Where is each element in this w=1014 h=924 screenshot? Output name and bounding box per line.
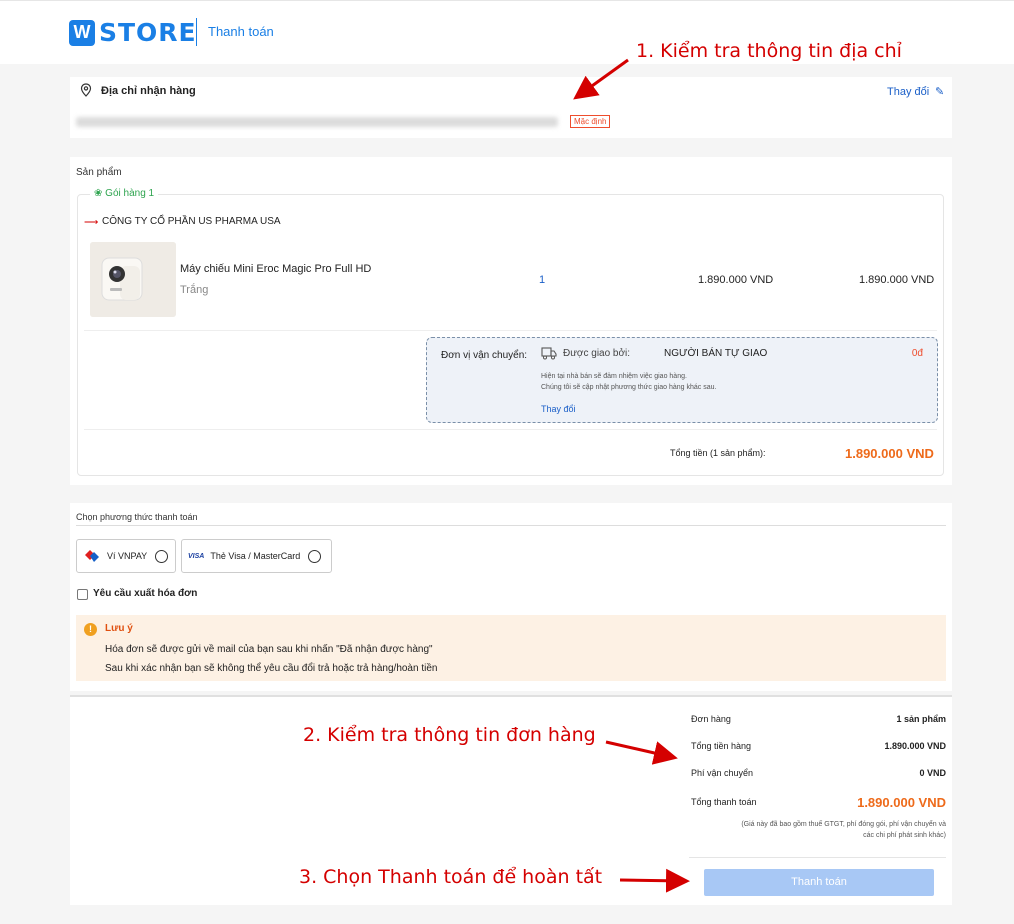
change-shipping-link[interactable]: Thay đổi	[541, 404, 576, 414]
products-card: Sản phẩm ❀ Gói hàng 1 ⟶ CÔNG TY CỔ PHẦN …	[70, 157, 952, 485]
address-card: Địa chỉ nhận hàng Thay đổi ✎ Mặc định	[70, 77, 952, 138]
product-quantity: 1	[539, 274, 546, 286]
truck-icon	[541, 347, 557, 360]
vnpay-radio[interactable]	[155, 549, 169, 563]
package-box	[77, 194, 944, 476]
logo-text: STORE	[99, 18, 197, 47]
payment-option-vnpay[interactable]: Ví VNPAY	[76, 539, 176, 573]
goods-total-value: 1.890.000 VND	[884, 741, 946, 751]
change-address-link[interactable]: Thay đổi	[887, 86, 929, 98]
warning-icon: !	[84, 623, 97, 636]
pencil-icon[interactable]: ✎	[935, 85, 944, 98]
package-label-text: Gói hàng 1	[105, 188, 155, 199]
shipping-note: Hiện tại nhà bán sẽ đảm nhiệm việc giao …	[541, 371, 716, 393]
order-count-label: Đơn hàng	[691, 714, 731, 724]
shipping-box: Đơn vị vận chuyển: Được giao bởi: NGƯỜI …	[426, 337, 938, 423]
default-badge: Mặc định	[570, 115, 611, 128]
arrow-right-icon: ⟶	[84, 217, 99, 228]
visa-label: Thẻ Visa / MasterCard	[210, 551, 301, 561]
annotation-step1: 1. Kiểm tra thông tin địa chỉ	[636, 40, 902, 62]
payment-option-visa[interactable]: VISA Thẻ Visa / MasterCard	[181, 539, 332, 573]
shipping-label: Đơn vị vận chuyển:	[441, 350, 528, 361]
checkout-button[interactable]: Thanh toán	[704, 869, 934, 896]
location-pin-icon	[80, 83, 92, 97]
shipping-fee: 0đ	[911, 348, 923, 359]
address-blurred-text	[76, 117, 558, 127]
cart-logo-icon: W	[69, 19, 95, 46]
carrier-name: NGƯỜI BÁN TỰ GIAO	[664, 348, 768, 359]
vnpay-icon	[85, 550, 99, 562]
product-unit-price: 1.890.000 VND	[698, 274, 774, 286]
subtotal-value: 1.890.000 VND	[845, 446, 934, 461]
subtotal-label: Tổng tiền (1 sản phẩm):	[670, 448, 766, 458]
vat-note-line1: (Giá này đã bao gồm thuế GTGT, phí đóng …	[741, 821, 946, 828]
order-count-value: 1 sản phẩm	[896, 714, 946, 724]
delivered-by-label: Được giao bởi:	[563, 348, 631, 359]
vnpay-label: Ví VNPAY	[107, 551, 148, 561]
shipping-note-line2: Chúng tôi sẽ cập nhật phương thức giao h…	[541, 384, 717, 391]
divider	[84, 330, 937, 331]
visa-radio[interactable]	[308, 549, 322, 563]
shipping-note-line1: Hiện tại nhà bán sẽ đảm nhiệm việc giao …	[541, 373, 687, 380]
divider	[689, 857, 946, 858]
grand-total-value: 1.890.000 VND	[857, 795, 946, 810]
address-title: Địa chỉ nhận hàng	[101, 85, 196, 97]
note-title: Lưu ý	[105, 623, 133, 634]
seller-company[interactable]: CÔNG TY CỔ PHẦN US PHARMA USA	[102, 216, 281, 227]
payment-card: Chọn phương thức thanh toán Ví VNPAY VIS…	[70, 503, 952, 691]
invoice-label[interactable]: Yêu cầu xuất hóa đơn	[93, 588, 197, 599]
payment-section-label: Chọn phương thức thanh toán	[76, 512, 198, 522]
projector-image	[90, 242, 176, 317]
product-variant: Trắng	[180, 284, 209, 296]
gift-box-icon: ❀	[94, 188, 103, 199]
vat-note: (Giá này đã bao gồm thuế GTGT, phí đóng …	[696, 819, 946, 841]
invoice-checkbox[interactable]	[77, 589, 88, 600]
shipping-fee-label: Phí vận chuyển	[691, 768, 754, 778]
page-title: Thanh toán	[208, 24, 274, 39]
divider	[76, 525, 946, 526]
product-name[interactable]: Máy chiếu Mini Eroc Magic Pro Full HD	[180, 263, 371, 275]
product-thumbnail[interactable]	[90, 242, 176, 317]
annotation-step2: 2. Kiểm tra thông tin đơn hàng	[303, 724, 596, 746]
goods-total-label: Tổng tiền hàng	[691, 741, 752, 751]
package-label: ❀ Gói hàng 1	[90, 188, 159, 199]
product-line-total: 1.890.000 VND	[859, 274, 935, 286]
grand-total-label: Tổng thanh toán	[691, 797, 757, 807]
note-line1: Hóa đơn sẽ được gửi về mail của bạn sau …	[105, 644, 433, 655]
store-logo[interactable]: W STORE	[69, 18, 197, 47]
vat-note-line2: các chi phí phát sinh khác)	[863, 832, 946, 839]
note-box: ! Lưu ý Hóa đơn sẽ được gửi về mail của …	[76, 615, 946, 681]
header-divider	[196, 18, 197, 46]
divider	[84, 429, 937, 430]
annotation-step3: 3. Chọn Thanh toán để hoàn tất	[299, 866, 603, 888]
visa-icon: VISA	[188, 552, 205, 560]
note-line2: Sau khi xác nhận bạn sẽ không thể yêu cầ…	[105, 663, 438, 674]
shipping-fee-value: 0 VND	[919, 768, 946, 778]
products-section-label: Sản phẩm	[76, 167, 122, 178]
